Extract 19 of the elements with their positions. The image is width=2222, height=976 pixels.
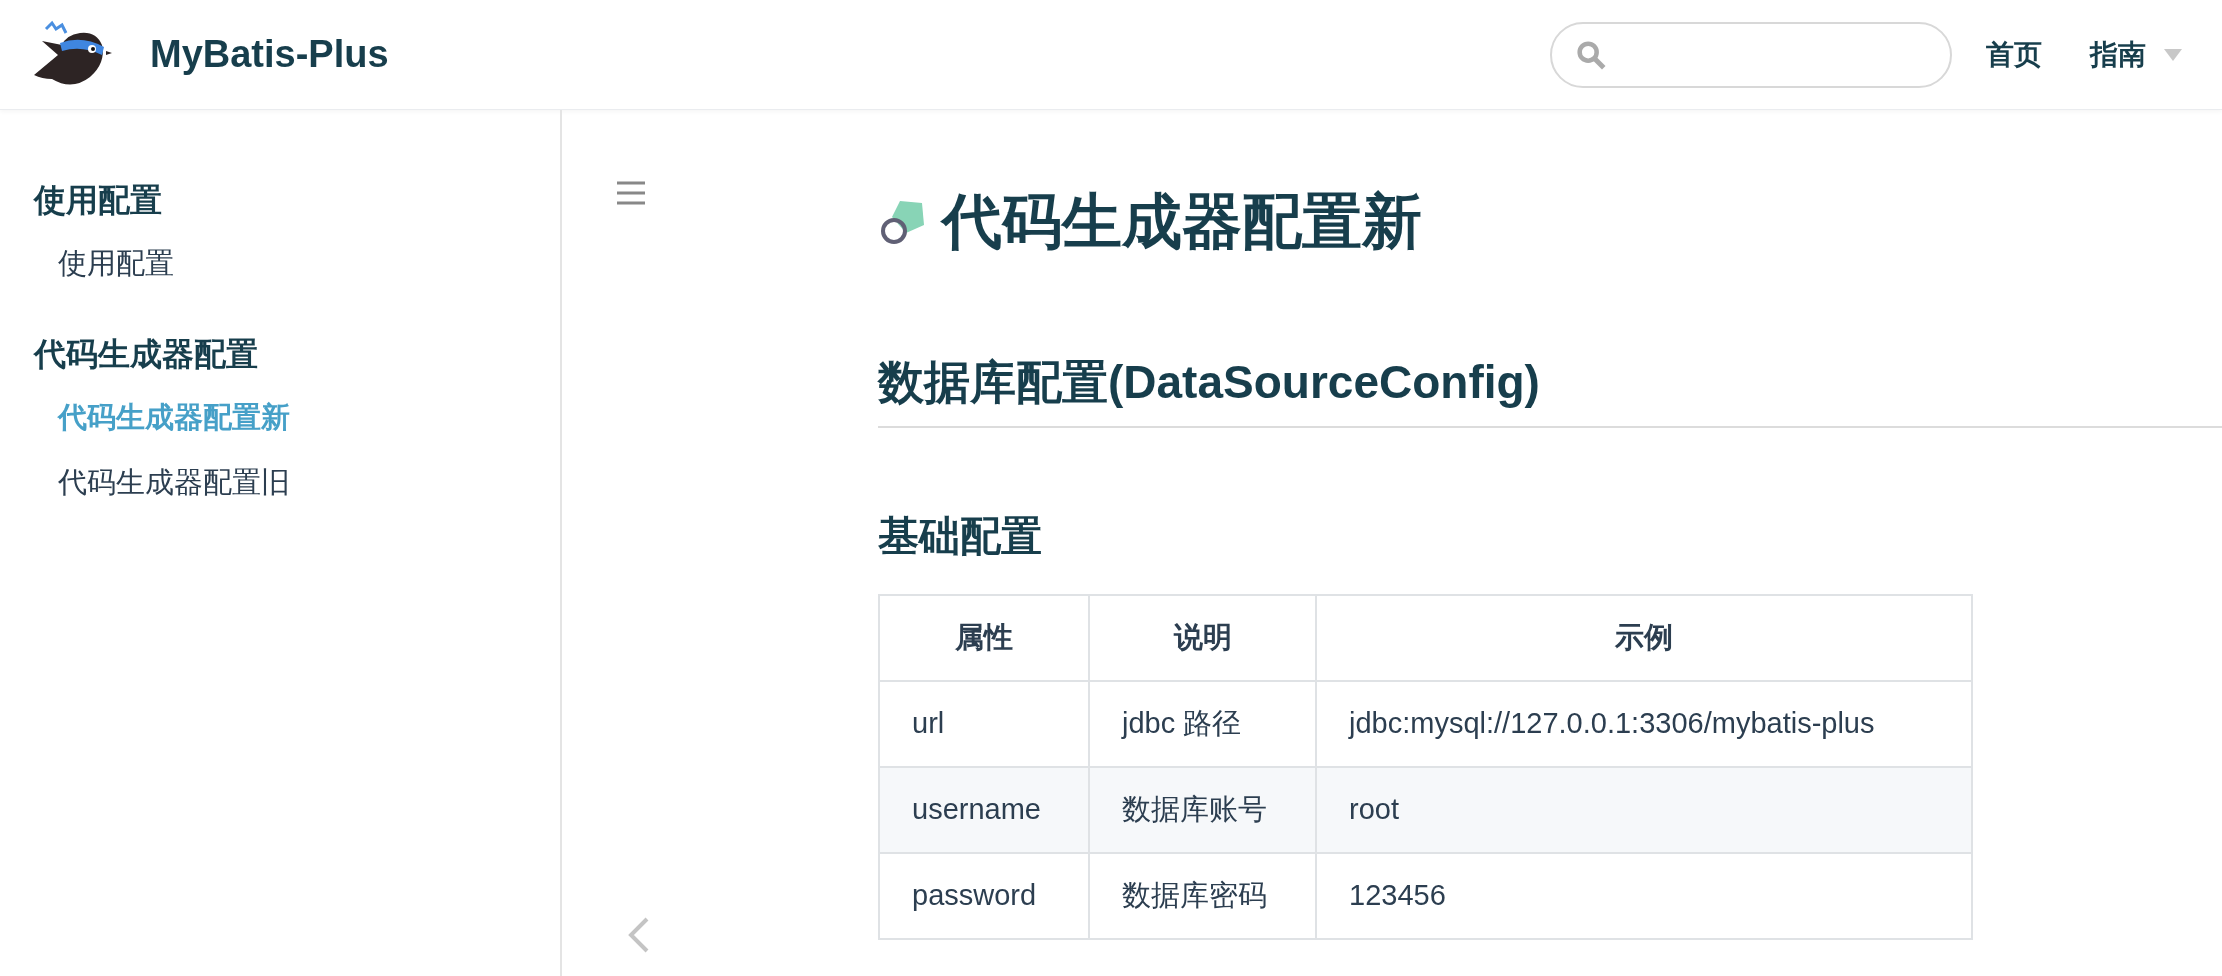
sidebar-heading[interactable]: 使用配置 — [34, 176, 560, 224]
table-cell: 数据库密码 — [1089, 853, 1316, 939]
sidebar-item[interactable]: 代码生成器配置旧 — [34, 461, 560, 503]
search-field[interactable] — [1550, 21, 1952, 88]
column-header: 属性 — [879, 595, 1089, 681]
column-header: 示例 — [1316, 595, 1972, 681]
subsection-heading: 基础配置 — [878, 512, 1043, 561]
table-cell: 123456 — [1316, 853, 1972, 939]
nav-link[interactable]: 指南 — [2090, 33, 2146, 76]
nav-link[interactable]: 首页 — [1986, 33, 2042, 76]
caret-icon — [2164, 48, 2182, 61]
menu-icon[interactable] — [616, 180, 646, 206]
sidebar-item[interactable]: 使用配置 — [34, 242, 560, 284]
site-title[interactable]: MyBatis-Plus — [150, 26, 389, 83]
sidebar-heading[interactable]: 代码生成器配置 — [34, 330, 560, 378]
table-cell: password — [879, 853, 1089, 939]
page-title: 代码生成器配置新 — [942, 192, 1422, 252]
chevron-left-icon[interactable] — [626, 916, 650, 954]
section-heading: 数据库配置(DataSourceConfig) — [878, 352, 2222, 428]
